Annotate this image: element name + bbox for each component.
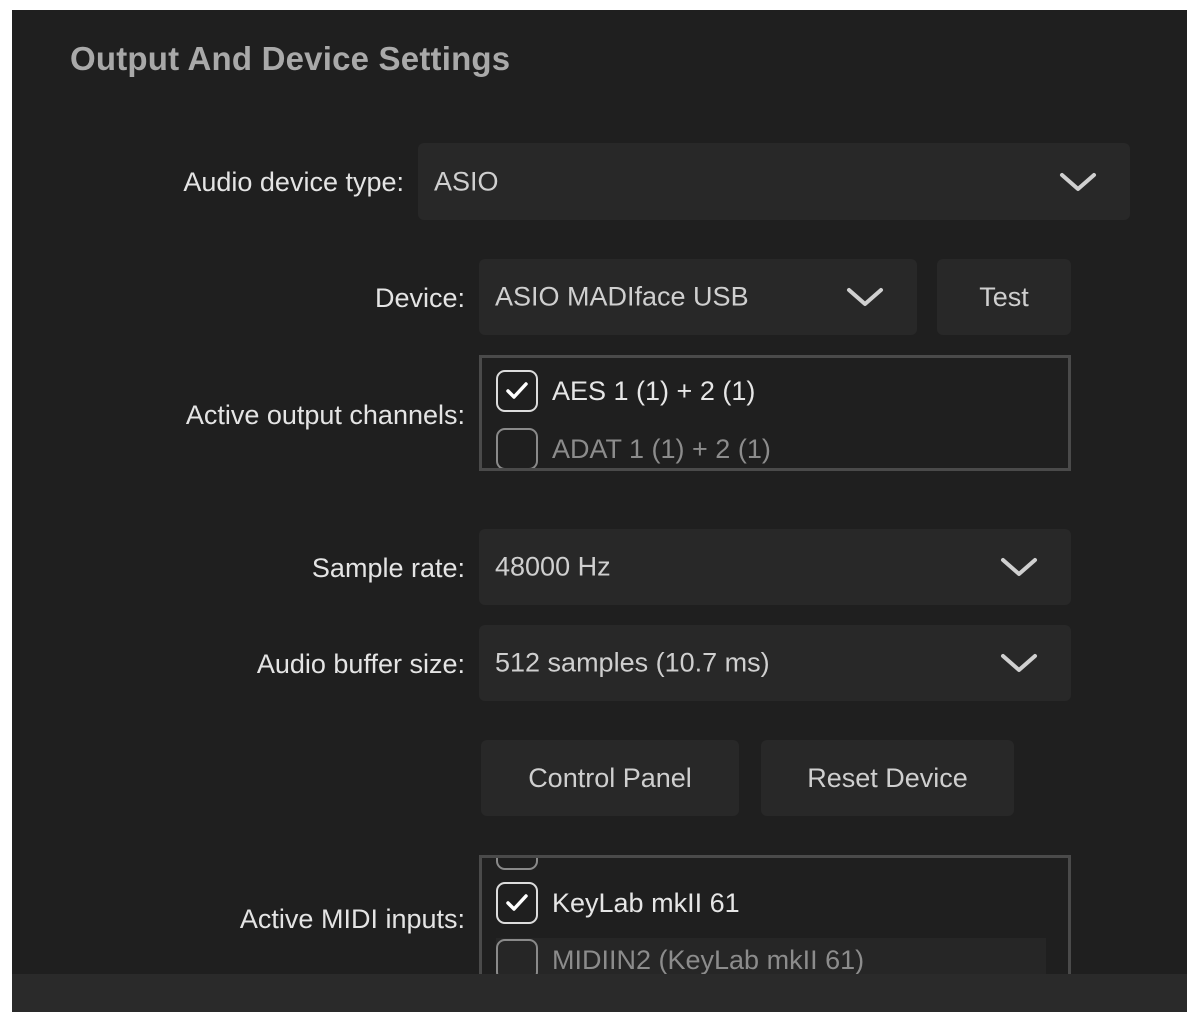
checkbox-checked[interactable] [496,370,538,412]
midi-inputs-list[interactable]: KeyLab mkII 61 MIDIIN2 (KeyLab mkII 61) [479,855,1071,981]
control-panel-button[interactable]: Control Panel [481,740,739,816]
reset-device-button[interactable]: Reset Device [761,740,1014,816]
active-output-channels-label: Active output channels: [185,400,465,430]
chevron-down-icon [847,288,883,306]
checkmark-icon [506,382,528,399]
settings-panel: Output And Device Settings Audio device … [12,10,1187,1012]
output-channel-label: AES 1 (1) + 2 (1) [552,375,756,406]
checkbox-unchecked[interactable] [496,858,538,870]
buffer-size-value: 512 samples (10.7 ms) [495,647,770,678]
chevron-down-icon [1001,654,1037,672]
buffer-size-dropdown[interactable]: 512 samples (10.7 ms) [479,625,1071,701]
audio-device-type-dropdown[interactable]: ASIO [418,143,1130,220]
page-title: Output And Device Settings [70,40,511,77]
output-channel-label: ADAT 1 (1) + 2 (1) [552,433,771,464]
midi-input-label: KeyLab mkII 61 [552,887,740,918]
test-button[interactable]: Test [937,259,1071,335]
checkmark-icon [506,894,528,911]
midi-input-item[interactable]: KeyLab mkII 61 [496,881,740,925]
chevron-down-icon [1001,558,1037,576]
checkbox-unchecked[interactable] [496,428,538,468]
output-channels-list[interactable]: AES 1 (1) + 2 (1) ADAT 1 (1) + 2 (1) [479,355,1071,471]
device-dropdown[interactable]: ASIO MADIface USB [479,259,917,335]
active-midi-inputs-label: Active MIDI inputs: [239,904,465,934]
device-value: ASIO MADIface USB [495,281,749,312]
audio-buffer-size-label: Audio buffer size: [256,649,465,679]
midi-input-label: MIDIIN2 (KeyLab mkII 61) [552,944,865,975]
output-channel-item[interactable]: AES 1 (1) + 2 (1) [496,369,755,413]
audio-device-type-label: Audio device type: [183,167,404,197]
sample-rate-dropdown[interactable]: 48000 Hz [479,529,1071,605]
checkbox-checked[interactable] [496,882,538,924]
audio-device-type-value: ASIO [434,166,499,196]
bottom-bar [12,974,1187,1012]
chevron-down-icon [1060,172,1096,191]
device-label: Device: [374,283,465,313]
output-channel-item[interactable]: ADAT 1 (1) + 2 (1) [496,427,771,468]
sample-rate-value: 48000 Hz [495,551,611,582]
sample-rate-label: Sample rate: [311,553,465,583]
